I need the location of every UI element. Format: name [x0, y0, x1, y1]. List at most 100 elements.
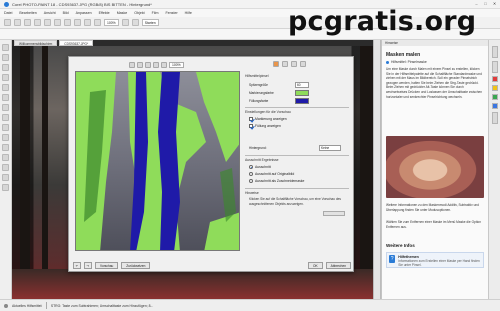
launch-icon[interactable]	[131, 19, 139, 26]
close-icon[interactable]: ✕	[492, 1, 497, 6]
show-markings-checkbox[interactable]	[249, 117, 253, 121]
fill-color-row: Füllungsfarbe	[249, 98, 309, 104]
radio-original[interactable]	[249, 172, 253, 176]
docker-paragraph-2: Weitere Informationen zu den Maskenmodi …	[386, 203, 479, 212]
cutout-preview[interactable]	[75, 71, 240, 251]
highlight-brush-icon[interactable]	[273, 61, 279, 67]
menu-item-bearbeiten[interactable]: Bearbeiten	[19, 11, 36, 15]
marker-color-swatch[interactable]	[295, 90, 309, 96]
show-fill-row[interactable]: Füllung anzeigen	[249, 124, 281, 128]
show-fill-checkbox[interactable]	[249, 124, 253, 128]
fit-icon[interactable]	[121, 19, 129, 26]
undo-icon[interactable]	[44, 19, 51, 26]
menu-item-objekt[interactable]: Objekt	[134, 11, 144, 15]
launch-select[interactable]: Starten	[141, 19, 159, 26]
section-brush-title: Hilfsmittelpinsel	[245, 74, 269, 78]
open-icon[interactable]	[14, 19, 21, 26]
clone-tool-icon[interactable]	[2, 144, 9, 151]
import-icon[interactable]	[64, 19, 71, 26]
eraser-tool-icon[interactable]	[2, 154, 9, 161]
save-icon[interactable]	[24, 19, 31, 26]
effect-tool-icon[interactable]	[2, 134, 9, 141]
color-red-swatch[interactable]	[491, 76, 498, 82]
radio-cutout[interactable]	[249, 165, 253, 169]
maximize-icon[interactable]: □	[483, 1, 488, 6]
color-palette-strip[interactable]	[373, 40, 381, 299]
zoom-out-icon[interactable]	[137, 61, 143, 68]
fill-color-swatch[interactable]	[295, 98, 309, 104]
export-icon[interactable]	[74, 19, 81, 26]
help-topics-box[interactable]: ? Hilfethemen Informationen zum Erstelle…	[386, 252, 484, 268]
fill-color-label: Füllungsfarbe	[249, 99, 269, 103]
dialog-zoom-field[interactable]: 100%	[169, 61, 184, 68]
select-icon[interactable]	[300, 61, 306, 67]
color-yellow-swatch[interactable]	[491, 85, 498, 91]
docker-tab-properties[interactable]	[491, 112, 498, 124]
result-option-clipmask[interactable]: Ausschnitt als Zuschneidemaske	[249, 179, 304, 183]
zoom-select[interactable]: 100%	[104, 19, 119, 26]
paint-tool-icon[interactable]	[2, 124, 9, 131]
text-tool-icon[interactable]	[2, 104, 9, 111]
background-select[interactable]: Keine	[319, 145, 341, 151]
show-markings-row[interactable]: Markierung anzeigen	[249, 117, 287, 121]
menu-item-film[interactable]: Film	[152, 11, 159, 15]
redo-button[interactable]: ↷	[84, 262, 92, 269]
pick-tool-icon[interactable]	[2, 44, 9, 51]
cutout-lab-icon[interactable]	[84, 19, 91, 26]
status-hint: STRG: Taste zum Subtrahieren; Umschaltta…	[50, 303, 154, 308]
dialog-button-row: ↶ ↷ Vorschau Zurücksetzen OK Abbrechen	[73, 261, 351, 270]
preview-button[interactable]: Vorschau	[95, 262, 119, 269]
ok-button[interactable]: OK	[307, 262, 323, 269]
menu-item-fenster[interactable]: Fenster	[165, 11, 177, 15]
print-icon[interactable]	[34, 19, 41, 26]
cancel-button[interactable]: Abbrechen	[325, 262, 351, 269]
color-green-swatch[interactable]	[491, 94, 498, 100]
docker-tab-hints[interactable]	[491, 46, 498, 58]
background-row: Hintergrund: Keine	[249, 145, 341, 151]
docker-tool-line: Hilfsmittel: Pinselmaske	[386, 60, 427, 64]
fit-window-icon[interactable]	[153, 61, 159, 68]
menu-item-hilfe[interactable]: Hilfe	[185, 11, 192, 15]
docker-tab-objects[interactable]	[491, 61, 498, 73]
transparency-tool-icon[interactable]	[2, 174, 9, 181]
redo-icon[interactable]	[54, 19, 61, 26]
actual-size-icon[interactable]	[161, 61, 167, 68]
hand-icon[interactable]	[145, 61, 151, 68]
color-swatch-icon[interactable]	[2, 184, 9, 191]
mask-tool-icon[interactable]	[2, 54, 9, 61]
menu-item-anpassen[interactable]: Anpassen	[76, 11, 92, 15]
eyedropper-tool-icon[interactable]	[2, 84, 9, 91]
result-option-original[interactable]: Ausschnitt auf Originalbild	[249, 172, 294, 176]
fill-bucket-icon[interactable]	[282, 61, 288, 67]
zoom-tool-icon[interactable]	[2, 74, 9, 81]
status-separator	[46, 302, 47, 309]
color-blue-swatch[interactable]	[491, 103, 498, 109]
radio-clipmask[interactable]	[249, 179, 253, 183]
app-icon	[4, 1, 9, 7]
panel-tools	[273, 61, 306, 67]
docker-header: Hinweise	[382, 40, 488, 46]
docker-tabs	[488, 40, 500, 299]
toolbox	[0, 40, 12, 299]
undo-button[interactable]: ↶	[73, 262, 81, 269]
result-option-cutout[interactable]: Ausschnitt	[249, 165, 271, 169]
menu-item-effekte[interactable]: Effekte	[99, 11, 110, 15]
help-book-icon: ?	[389, 255, 396, 263]
new-icon[interactable]	[4, 19, 11, 26]
mask-icon[interactable]	[94, 19, 101, 26]
eraser-icon[interactable]	[291, 61, 297, 67]
more-info-title: Weitere Infos	[386, 243, 415, 248]
menu-item-datei[interactable]: Datei	[4, 11, 12, 15]
menu-item-maske[interactable]: Maske	[117, 11, 128, 15]
brush-size-input[interactable]: 60	[295, 82, 309, 88]
zoom-in-icon[interactable]	[129, 61, 135, 68]
menu-item-bild[interactable]: Bild	[63, 11, 69, 15]
menu-item-ansicht[interactable]: Ansicht	[44, 11, 56, 15]
hint-action-button[interactable]	[323, 211, 345, 216]
reset-button[interactable]: Zurücksetzen	[121, 262, 151, 269]
crop-tool-icon[interactable]	[2, 64, 9, 71]
fill-tool-icon[interactable]	[2, 164, 9, 171]
status-tool-icon	[4, 303, 8, 308]
redeye-tool-icon[interactable]	[2, 94, 9, 101]
shape-tool-icon[interactable]	[2, 114, 9, 121]
